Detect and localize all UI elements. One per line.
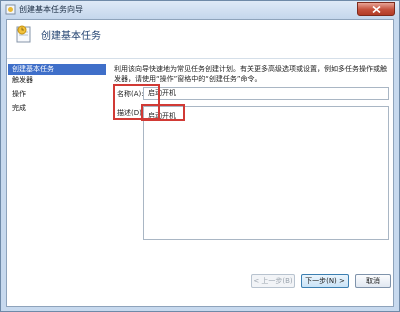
- name-input[interactable]: 启动开机: [143, 87, 389, 100]
- next-button[interactable]: 下一步(N) >: [301, 274, 349, 288]
- back-button[interactable]: < 上一步(B): [251, 274, 295, 288]
- page-title: 创建基本任务: [41, 31, 101, 42]
- task-wizard-icon: [5, 4, 16, 15]
- header-divider: [7, 58, 393, 59]
- title-bar[interactable]: 创建基本任务向导: [1, 1, 399, 19]
- wizard-window: 创建基本任务向导 创建基本任务 创建基本任务 触发器 操作 完成 利用该向导快速: [0, 0, 400, 312]
- window-title: 创建基本任务向导: [19, 5, 83, 14]
- step-finish[interactable]: 完成: [8, 103, 106, 114]
- step-action[interactable]: 操作: [8, 89, 106, 100]
- wizard-header: 创建基本任务: [7, 20, 393, 58]
- step-trigger[interactable]: 触发器: [8, 75, 106, 86]
- annotation-box-description: [141, 104, 185, 121]
- task-icon: [16, 25, 31, 43]
- step-create-basic-task[interactable]: 创建基本任务: [8, 64, 106, 75]
- close-button[interactable]: [357, 2, 395, 16]
- cancel-button[interactable]: 取消: [355, 274, 391, 288]
- description-textarea[interactable]: 启动开机: [143, 106, 389, 240]
- wizard-description: 利用该向导快速地为常见任务创建计划。有关更多高级选项或设置，例如多任务操作或触发…: [114, 65, 387, 83]
- wizard-steps: 创建基本任务 触发器 操作 完成: [7, 60, 107, 306]
- wizard-body: 创建基本任务 创建基本任务 触发器 操作 完成 利用该向导快速地为常见任务创建计…: [6, 19, 394, 307]
- close-icon: [372, 6, 381, 13]
